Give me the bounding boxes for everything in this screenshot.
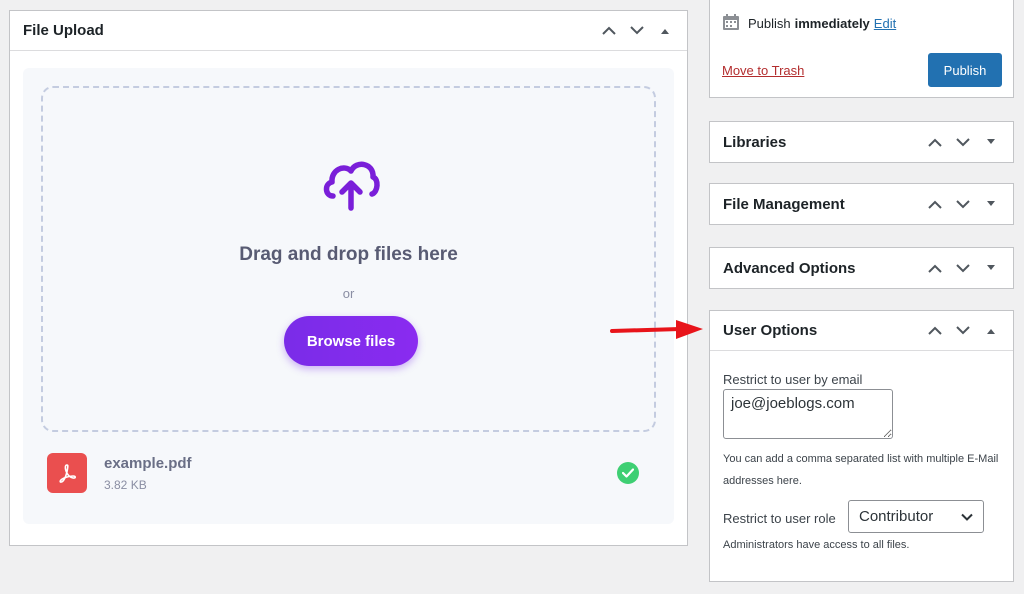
file-management-panel: File Management xyxy=(709,183,1014,225)
file-upload-header: File Upload xyxy=(10,11,687,51)
move-down-icon[interactable] xyxy=(953,194,973,214)
dropzone[interactable]: Drag and drop files here or Browse files xyxy=(41,86,656,432)
libraries-header[interactable]: Libraries xyxy=(710,122,1013,162)
expand-toggle-icon[interactable] xyxy=(981,194,1001,214)
user-options-title: User Options xyxy=(723,322,818,339)
annotation-arrow-icon xyxy=(610,320,703,339)
or-separator: or xyxy=(342,286,355,301)
cloud-upload-icon xyxy=(322,154,380,212)
email-help-text: You can add a comma separated list with … xyxy=(723,453,999,487)
pdf-icon xyxy=(47,453,87,493)
libraries-panel: Libraries xyxy=(709,121,1014,163)
file-size: 3.82 KB xyxy=(104,478,147,492)
user-options-panel: User Options Restrict to user by email j… xyxy=(709,310,1014,582)
user-options-header[interactable]: User Options xyxy=(710,311,1013,351)
calendar-icon xyxy=(722,13,740,34)
admin-access-note: Administrators have access to all files. xyxy=(723,539,910,551)
upload-area: Drag and drop files here or Browse files… xyxy=(23,68,674,524)
expand-toggle-icon[interactable] xyxy=(981,258,1001,278)
role-restriction-label: Restrict to user role xyxy=(723,511,836,526)
drop-instructions: Drag and drop files here xyxy=(239,244,458,265)
advanced-options-header[interactable]: Advanced Options xyxy=(710,248,1013,288)
file-upload-title: File Upload xyxy=(23,22,104,39)
move-down-icon[interactable] xyxy=(953,258,973,278)
move-up-icon[interactable] xyxy=(925,132,945,152)
publish-when: immediately xyxy=(794,16,870,31)
publish-label: Publish xyxy=(748,16,791,31)
file-management-title: File Management xyxy=(723,195,845,213)
move-up-icon[interactable] xyxy=(925,258,945,278)
role-select[interactable]: Contributor xyxy=(848,500,984,533)
file-name: example.pdf xyxy=(104,455,192,472)
publish-schedule: Publish immediately Edit xyxy=(722,13,896,34)
publish-button[interactable]: Publish xyxy=(928,53,1002,87)
file-upload-panel: File Upload Drag and drop files here or xyxy=(9,10,688,546)
move-to-trash-link[interactable]: Move to Trash xyxy=(722,63,804,78)
edit-schedule-link[interactable]: Edit xyxy=(874,16,896,31)
advanced-options-title: Advanced Options xyxy=(723,259,856,277)
collapse-toggle-icon[interactable] xyxy=(655,21,675,41)
browse-files-button[interactable]: Browse files xyxy=(284,316,418,366)
file-management-header[interactable]: File Management xyxy=(710,184,1013,224)
expand-toggle-icon[interactable] xyxy=(981,132,1001,152)
move-down-icon[interactable] xyxy=(953,321,973,341)
email-restriction-label: Restrict to user by email xyxy=(723,372,863,387)
advanced-options-panel: Advanced Options xyxy=(709,247,1014,289)
uploaded-file-row: example.pdf 3.82 KB xyxy=(47,453,647,495)
collapse-toggle-icon[interactable] xyxy=(981,321,1001,341)
check-circle-icon xyxy=(617,462,639,484)
move-up-icon[interactable] xyxy=(925,321,945,341)
publish-box: Publish immediately Edit Move to Trash P… xyxy=(709,0,1014,98)
role-select-value: Contributor xyxy=(859,508,934,525)
move-down-icon[interactable] xyxy=(953,132,973,152)
move-down-icon[interactable] xyxy=(627,21,647,41)
chevron-down-icon xyxy=(961,513,973,521)
move-up-icon[interactable] xyxy=(599,21,619,41)
move-up-icon[interactable] xyxy=(925,194,945,214)
libraries-title: Libraries xyxy=(723,133,787,151)
email-restriction-input[interactable]: joe@joeblogs.com xyxy=(723,389,893,439)
